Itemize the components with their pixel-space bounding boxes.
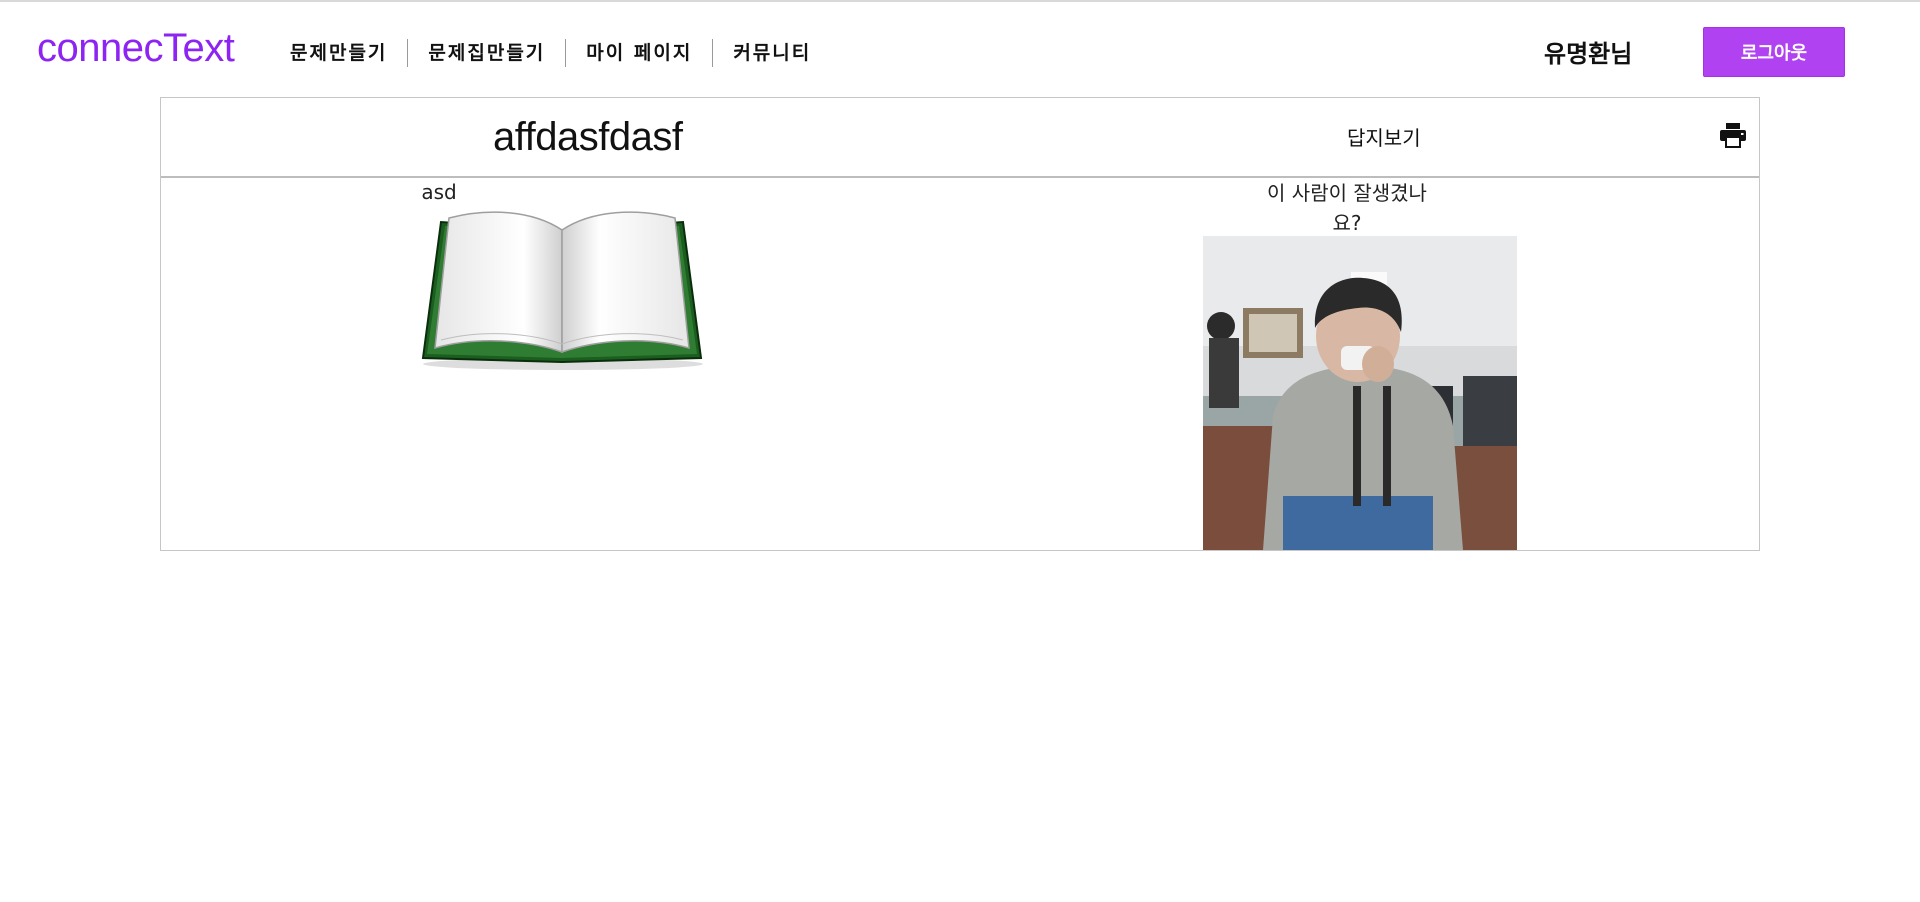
user-greeting: 유명환님	[1544, 40, 1633, 68]
worksheet-panel: affdasfdasf 답지보기 asd 이 사람이 잘생겼나요?	[160, 97, 1760, 551]
question-2: 이 사람이 잘생겼나요?	[961, 178, 1759, 550]
question-2-text: 이 사람이 잘생겼나요?	[1267, 181, 1427, 235]
worksheet-title: affdasfdasf	[493, 115, 683, 159]
logout-button[interactable]: 로그아웃	[1703, 27, 1845, 77]
worksheet-header: affdasfdasf 답지보기	[161, 98, 1759, 178]
nav-item-my-page[interactable]: 마이 페이지	[566, 39, 712, 67]
open-book-image	[421, 211, 703, 370]
print-icon[interactable]	[1719, 122, 1747, 148]
worksheet-body: asd 이 사람이 잘생겼나요?	[161, 178, 1759, 550]
question-1: asd	[161, 178, 961, 550]
site-header: connecText 문제만들기 문제집만들기 마이 페이지 커뮤니티 유명환님…	[0, 2, 1920, 96]
nav-item-create-workbook[interactable]: 문제집만들기	[408, 39, 565, 67]
nav-item-create-question[interactable]: 문제만들기	[276, 39, 407, 67]
view-answers-button[interactable]: 답지보기	[1347, 122, 1421, 151]
site-logo[interactable]: connecText	[37, 26, 235, 71]
main-nav: 문제만들기 문제집만들기 마이 페이지 커뮤니티	[276, 39, 831, 67]
question-1-text: asd	[421, 180, 457, 204]
question-2-photo	[1203, 236, 1517, 550]
nav-item-community[interactable]: 커뮤니티	[713, 39, 831, 67]
